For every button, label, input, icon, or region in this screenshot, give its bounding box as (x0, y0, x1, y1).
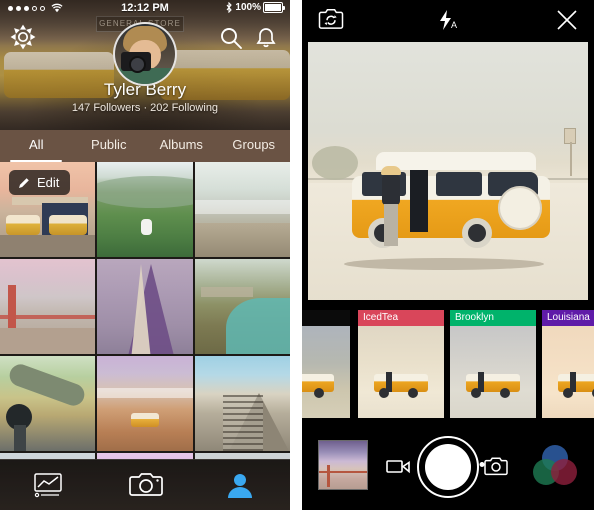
video-camera-icon[interactable] (386, 458, 412, 474)
search-icon[interactable] (219, 26, 243, 50)
tab-albums[interactable]: Albums (145, 130, 218, 162)
tab-groups[interactable]: Groups (218, 130, 291, 162)
profile-tab-bar: All Public Albums Groups (0, 130, 290, 162)
camera-top-bar: A (302, 0, 594, 40)
deco (381, 166, 401, 175)
camera-bottom-bar (302, 418, 594, 510)
grid-photo-green-coastal-hills-with-dog[interactable] (97, 162, 193, 257)
avatar[interactable] (113, 22, 177, 86)
photo-camera-icon[interactable] (484, 456, 510, 476)
tab-all[interactable]: All (0, 130, 73, 162)
grid-photo-golden-gate-bridge[interactable] (0, 259, 96, 354)
profile-screen: GENERAL STORE 12:12 PM 100% (0, 0, 290, 510)
filter-brooklyn[interactable]: Brooklyn (450, 310, 536, 418)
camera-screen: A IcedTea Brooklyn Louisiana (302, 0, 594, 510)
deco (462, 218, 492, 248)
avatar-camera-lens (129, 56, 146, 73)
deco (302, 372, 334, 398)
edit-button-label: Edit (37, 175, 60, 190)
deco (374, 372, 428, 398)
bluetooth-icon (225, 2, 233, 13)
grid-photo-transamerica-pyramid[interactable] (97, 259, 193, 354)
filter-thumbnail (358, 326, 444, 418)
photo-grid: Edit (0, 162, 290, 460)
filter-thumbnail (302, 326, 350, 418)
status-right: 100% (225, 2, 285, 13)
bottom-nav-bar (0, 459, 290, 510)
filter-label: Brooklyn (450, 310, 536, 326)
grid-photo-vw-buses-at-station[interactable]: Edit (0, 162, 96, 257)
grid-photo-big-sur-bixby-coast[interactable] (194, 259, 290, 354)
gear-icon[interactable] (10, 24, 36, 50)
filter-original[interactable] (302, 310, 350, 418)
grid-photo-viewfinder-telescope[interactable] (0, 356, 96, 451)
grid-photo-yellow-van-in-desert[interactable] (97, 356, 193, 451)
profile-stats: 147 Followers · 202 Following (71, 102, 219, 114)
deco (570, 142, 572, 176)
edit-button[interactable]: Edit (9, 170, 71, 195)
filter-label: Louisiana (542, 310, 594, 326)
filter-louisiana[interactable]: Louisiana (542, 310, 594, 418)
preview-vw-bus (352, 152, 550, 252)
filter-thumbnail (542, 326, 594, 418)
deco (382, 175, 400, 205)
bell-icon[interactable] (254, 26, 278, 50)
svg-text:A: A (451, 20, 457, 30)
filter-icedtea[interactable]: IcedTea (358, 310, 444, 418)
deco (131, 264, 152, 354)
deco (0, 328, 96, 354)
shutter-button[interactable] (417, 436, 479, 498)
deco (42, 203, 88, 237)
camera-icon[interactable] (128, 471, 163, 499)
screenshot-root: GENERAL STORE 12:12 PM 100% (0, 0, 594, 510)
camera-flip-icon[interactable] (318, 8, 344, 30)
grid-photo-railroad-tracks[interactable] (194, 356, 290, 451)
deco (222, 395, 263, 451)
deco (466, 372, 520, 398)
deco (14, 425, 26, 451)
filter-label (302, 310, 350, 326)
preview-person (380, 166, 402, 248)
flash-auto-icon[interactable]: A (436, 9, 460, 31)
person-icon[interactable] (225, 471, 259, 499)
deco (131, 413, 160, 427)
deco (344, 258, 544, 270)
color-circles-icon[interactable] (532, 444, 578, 486)
battery-icon (263, 2, 285, 13)
camera-preview[interactable] (308, 42, 588, 304)
deco (6, 361, 88, 409)
tab-public[interactable]: Public (73, 130, 146, 162)
deco (436, 172, 482, 196)
filter-thumbnail (450, 326, 536, 418)
status-bar: 12:12 PM 100% (0, 0, 290, 17)
close-icon[interactable] (556, 9, 578, 31)
pencil-icon (17, 176, 31, 190)
deco (498, 186, 542, 230)
deco (384, 204, 398, 246)
grid-photo-beach-with-people[interactable] (194, 162, 290, 257)
deco (0, 235, 96, 257)
filter-strip[interactable]: IcedTea Brooklyn Louisiana (302, 300, 594, 418)
feed-chart-icon[interactable] (31, 471, 65, 499)
gallery-thumbnail[interactable] (318, 440, 368, 490)
filter-label: IcedTea (358, 310, 444, 326)
battery-percent: 100% (235, 2, 261, 13)
deco (410, 170, 428, 232)
deco (558, 372, 594, 398)
